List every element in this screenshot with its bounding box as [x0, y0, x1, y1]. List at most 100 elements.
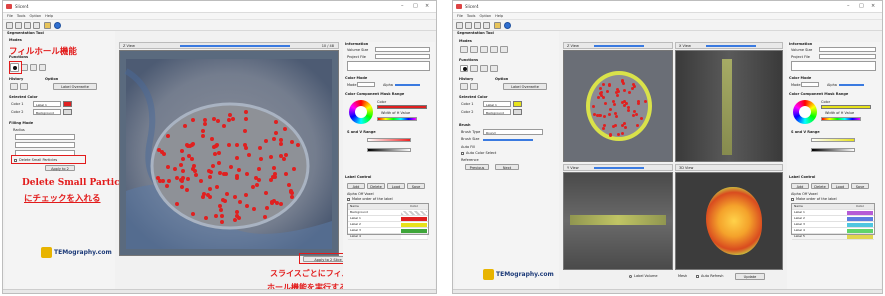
- color2-swatch[interactable]: [63, 109, 72, 115]
- label-overwrite-button[interactable]: Label Overwrite: [53, 83, 97, 90]
- make-order-checkbox[interactable]: [347, 198, 350, 201]
- color1-select[interactable]: Label 1: [483, 101, 511, 107]
- next-button[interactable]: Next: [495, 164, 519, 170]
- make-order-checkbox[interactable]: [791, 198, 794, 201]
- y-view-canvas[interactable]: [563, 172, 673, 270]
- auto-refresh-checkbox[interactable]: [696, 275, 699, 278]
- export-icon[interactable]: [483, 22, 490, 29]
- grid-button[interactable]: [30, 64, 37, 71]
- minimize-icon[interactable]: –: [401, 3, 404, 9]
- menu-option[interactable]: Option: [479, 14, 491, 18]
- maximize-icon[interactable]: □: [413, 3, 418, 9]
- menu-help[interactable]: Help: [495, 14, 503, 18]
- mode-brush-button[interactable]: [480, 46, 488, 53]
- y-slice-slider[interactable]: [594, 167, 644, 169]
- mode-line-button[interactable]: [490, 46, 498, 53]
- update-button[interactable]: Update: [735, 273, 765, 280]
- save-icon[interactable]: [465, 22, 472, 29]
- minimize-icon[interactable]: –: [847, 3, 850, 9]
- mode-select[interactable]: [801, 82, 819, 87]
- save-label-button[interactable]: Save: [851, 183, 869, 189]
- add-label-button[interactable]: Add: [347, 183, 365, 189]
- color-wheel[interactable]: [793, 100, 817, 124]
- alpha-slider[interactable]: [839, 84, 864, 86]
- maximize-icon[interactable]: □: [859, 3, 864, 9]
- segmented-cell: [209, 136, 214, 141]
- menu-help[interactable]: Help: [45, 14, 53, 18]
- mode-pen-button[interactable]: [470, 46, 478, 53]
- load-label-button[interactable]: Load: [387, 183, 405, 189]
- menu-tools[interactable]: Tools: [467, 14, 476, 18]
- folder-icon[interactable]: [494, 22, 501, 29]
- close-icon[interactable]: ×: [871, 3, 875, 9]
- table-button[interactable]: [490, 65, 498, 72]
- grid-button[interactable]: [480, 65, 488, 72]
- undo-button[interactable]: [460, 83, 468, 90]
- previous-button[interactable]: Previous: [465, 164, 489, 170]
- swap-button[interactable]: [470, 65, 478, 72]
- info-icon[interactable]: [504, 22, 511, 29]
- redo-button[interactable]: [470, 83, 478, 90]
- save-as-icon[interactable]: [24, 22, 31, 29]
- z-slice-slider[interactable]: [180, 45, 290, 47]
- redo-button[interactable]: [20, 83, 28, 90]
- save-icon[interactable]: [15, 22, 22, 29]
- table-row[interactable]: Label 5: [792, 234, 874, 240]
- export-icon[interactable]: [33, 22, 40, 29]
- menu-file[interactable]: File: [7, 14, 13, 18]
- delete-label-button[interactable]: Delete: [811, 183, 829, 189]
- swap-button[interactable]: [21, 64, 28, 71]
- z-view-canvas[interactable]: [563, 50, 673, 162]
- auto-color-select-checkbox[interactable]: [461, 152, 464, 155]
- mask-color-swatch[interactable]: [821, 105, 871, 109]
- mode-pointer-button[interactable]: [460, 46, 468, 53]
- delete-label-button[interactable]: Delete: [367, 183, 385, 189]
- color1-swatch[interactable]: [513, 101, 522, 107]
- mode-rect-button[interactable]: [500, 46, 508, 53]
- menu-tools[interactable]: Tools: [17, 14, 26, 18]
- table-button[interactable]: [39, 64, 46, 71]
- color2-swatch[interactable]: [513, 109, 522, 115]
- brush-size-slider[interactable]: [483, 139, 533, 141]
- menu-bar: File Tools Option Help: [453, 13, 882, 20]
- info-icon[interactable]: [54, 22, 61, 29]
- history-label: History: [459, 77, 474, 81]
- alpha-slider[interactable]: [395, 84, 420, 86]
- label-overwrite-button[interactable]: Label Overwrite: [503, 83, 547, 90]
- label-color-swatch: [847, 222, 873, 227]
- close-icon[interactable]: ×: [425, 3, 429, 9]
- color-wheel[interactable]: [349, 100, 373, 124]
- label-volume-radio[interactable]: [629, 275, 632, 278]
- color2-select[interactable]: Background: [483, 109, 511, 115]
- x-view-canvas[interactable]: [675, 50, 783, 162]
- color2-select[interactable]: Background: [33, 109, 61, 115]
- color1-select[interactable]: Label 1: [33, 101, 61, 107]
- menu-file[interactable]: File: [457, 14, 463, 18]
- z-view-canvas[interactable]: [119, 50, 339, 256]
- table-row[interactable]: Label 4: [348, 234, 428, 240]
- load-label-button[interactable]: Load: [831, 183, 849, 189]
- add-label-button[interactable]: Add: [791, 183, 809, 189]
- fill-hole-button[interactable]: [460, 65, 468, 72]
- color1-swatch[interactable]: [63, 101, 72, 107]
- brush-label: Brush: [459, 123, 471, 127]
- project-file-field: [375, 54, 430, 59]
- segmented-cell: [620, 79, 624, 83]
- undo-button[interactable]: [10, 83, 18, 90]
- mask-color-swatch[interactable]: [377, 105, 427, 109]
- segmented-cell: [224, 192, 229, 197]
- save-label-button[interactable]: Save: [407, 183, 425, 189]
- open-icon[interactable]: [456, 22, 463, 29]
- brush-type-select[interactable]: Round: [483, 129, 543, 135]
- 3d-view-canvas[interactable]: [675, 172, 783, 270]
- save-as-icon[interactable]: [474, 22, 481, 29]
- apply-to-button[interactable]: Apply to 2: [45, 165, 75, 171]
- menu-option[interactable]: Option: [29, 14, 41, 18]
- x-slice-slider[interactable]: [706, 45, 756, 47]
- open-icon[interactable]: [6, 22, 13, 29]
- radius-x-field[interactable]: [15, 134, 75, 140]
- folder-icon[interactable]: [44, 22, 51, 29]
- z-slice-slider[interactable]: [594, 45, 644, 47]
- radius-y-field[interactable]: [15, 142, 75, 148]
- mode-select[interactable]: [357, 82, 375, 87]
